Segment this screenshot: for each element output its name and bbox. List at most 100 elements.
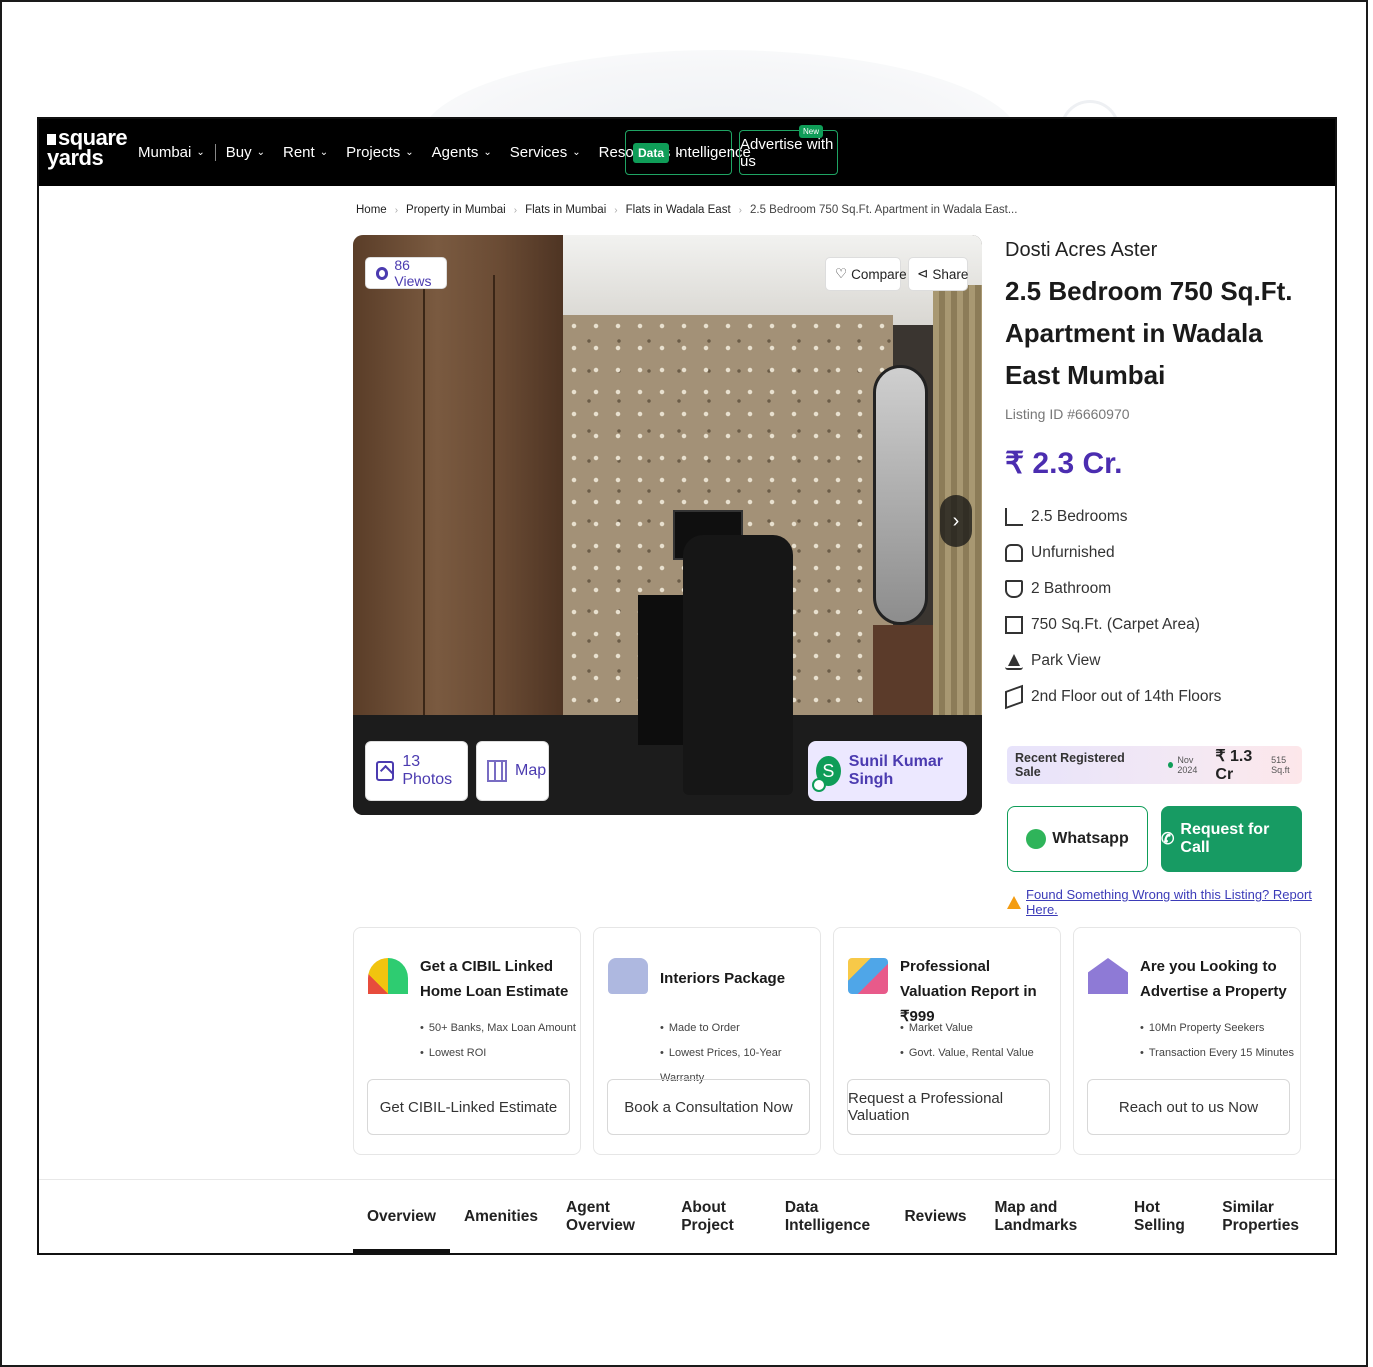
tab-similar-properties[interactable]: Similar Properties [1222,1181,1321,1253]
feature-text: Unfurnished [1031,544,1115,561]
logo-text-bottom: yards [47,145,104,170]
photo-side-table [873,625,933,715]
advertise-label: Advertise with us [740,135,834,170]
recent-sale-label: Recent Registered Sale [1015,751,1125,779]
recent-sale-date: Nov 2024 [1177,755,1198,775]
breadcrumb-flats-city[interactable]: Flats in Mumbai [525,204,606,216]
get-cibil-estimate-button[interactable]: Get CIBIL-Linked Estimate [367,1079,570,1135]
gauge-icon [368,958,408,994]
agent-initial: S [822,760,835,781]
project-name[interactable]: Dosti Acres Aster [1005,239,1305,262]
card-title: Interiors Package [660,970,786,987]
nav-item-label: Mumbai [138,144,192,161]
tab-overview[interactable]: Overview [353,1181,450,1253]
nav-item-rent[interactable]: Rent ⌄ [283,144,328,161]
chevron-down-icon: ⌄ [256,147,265,158]
browser-screen: square yards Mumbai ⌄ Buy ⌄ Rent ⌄ Projects… [37,117,1337,1255]
warning-icon [1007,895,1021,909]
heart-icon: ♡ [835,266,848,281]
request-call-button[interactable]: ✆ Request for Call [1161,806,1302,872]
nav-item-buy[interactable]: Buy ⌄ [226,144,265,161]
tab-data-intelligence[interactable]: Data Intelligence [785,1181,877,1253]
tab-reviews[interactable]: Reviews [904,1181,966,1253]
breadcrumb-flats-locality[interactable]: Flats in Wadala East [626,204,731,216]
photos-button[interactable]: 13 Photos [365,741,468,801]
feature-furnishing: Unfurnished [1005,535,1305,571]
breadcrumb-home[interactable]: Home [356,204,387,216]
listing-title: 2.5 Bedroom 750 Sq.Ft. Apartment in Wada… [1005,276,1293,390]
chevron-right-icon: › [614,204,618,216]
area-icon [1005,616,1023,634]
feature-text: 2nd Floor out of 14th Floors [1031,688,1222,705]
listing-price: ₹ 2.3 Cr. [1005,447,1123,480]
park-icon [1005,652,1023,670]
nav-item-label: Buy [225,144,252,161]
tab-amenities[interactable]: Amenities [464,1181,538,1253]
nav-item-projects[interactable]: Projects ⌄ [346,144,414,161]
nav-item-agents[interactable]: Agents ⌄ [432,144,492,161]
recent-sale-price: ₹ 1.3 Cr [1215,748,1253,783]
nav-menu: Mumbai ⌄ Buy ⌄ Rent ⌄ Projects ⌄ Agents ⌄ Ser… [138,119,702,186]
feature-text: 2.5 Bedrooms [1031,508,1128,525]
photos-label: 13 Photos [402,753,453,788]
views-badge: 86 Views [365,257,447,289]
feature-text: Park View [1031,652,1101,669]
photo-wardrobe [353,235,563,735]
phone-icon: ✆ [1161,831,1175,848]
card-title: Get a CIBIL Linked Home Loan Estimate [420,958,569,1000]
book-consultation-button[interactable]: Book a Consultation Now [607,1079,810,1135]
feature-bedrooms: 2.5 Bedrooms [1005,499,1305,535]
chevron-right-icon: › [394,204,399,216]
whatsapp-label: Whatsapp [1052,830,1129,847]
share-icon: ⊲ [917,266,929,281]
feature-text: 750 Sq.Ft. (Carpet Area) [1031,616,1200,633]
compare-button[interactable]: ♡ Compare [825,257,907,291]
tab-hot-selling[interactable]: Hot Selling [1134,1181,1194,1253]
card-valuation: Professional Valuation Report in ₹999 Ma… [833,927,1061,1155]
chevron-down-icon: ⌄ [196,147,205,158]
photo-chair [683,535,793,795]
views-count: 86 Views [394,257,432,289]
card-bullet: 10Mn Property Seekers [1140,1016,1294,1041]
compare-label: Compare [851,266,907,282]
advertise-button[interactable]: New Advertise with us [739,125,838,175]
tab-agent-overview[interactable]: Agent Overview [566,1181,653,1253]
whatsapp-button[interactable]: Whatsapp [1007,806,1148,872]
next-photo-button[interactable]: › [940,495,972,547]
photo-mirror [873,365,928,625]
request-valuation-button[interactable]: Request a Professional Valuation [847,1079,1050,1135]
nav-item-services[interactable]: Services ⌄ [510,144,581,161]
chevron-down-icon: ⌄ [405,147,414,158]
report-listing: Found Something Wrong with this Listing?… [1007,887,1335,917]
report-listing-link[interactable]: Found Something Wrong with this Listing?… [1026,887,1335,917]
nav-item-label: Agents [431,144,479,161]
data-intelligence-button[interactable]: Data Intelligence [625,130,751,175]
agent-contact-pill[interactable]: S Sunil Kumar Singh [808,741,967,801]
section-tabs: Overview Amenities Agent Overview About … [353,1181,1335,1253]
sofa-icon [1005,544,1023,562]
card-interiors: Interiors Package Made to OrderLowest Pr… [593,927,821,1155]
site-logo[interactable]: square yards [47,127,128,170]
wardrobe-door-line [493,275,495,725]
map-button[interactable]: Map [476,741,549,801]
chevron-down-icon: ⌄ [572,147,581,158]
card-bullet: Lowest ROI [420,1041,576,1066]
breadcrumb-current: 2.5 Bedroom 750 Sq.Ft. Apartment in Wada… [750,204,1018,216]
report-icon [848,958,888,994]
feature-bathrooms: 2 Bathroom [1005,571,1305,607]
wardrobe-door-line [423,275,425,725]
property-photo-gallery[interactable]: 86 Views ♡ Compare ⊲ Share › 13 Photos Map… [353,235,982,815]
tab-map-landmarks[interactable]: Map and Landmarks [995,1181,1107,1253]
chevron-down-icon: ⌄ [483,147,492,158]
card-bullet: Transaction Every 15 Minutes [1140,1041,1294,1066]
data-tag: Data [633,142,670,163]
reach-out-button[interactable]: Reach out to us Now [1087,1079,1290,1135]
nav-item-city[interactable]: Mumbai ⌄ [138,144,216,161]
share-button[interactable]: ⊲ Share [908,257,968,291]
card-bullet: Made to Order [660,1016,820,1041]
recent-registered-sale[interactable]: Recent Registered Sale Nov 2024 ₹ 1.3 Cr… [1007,746,1302,784]
breadcrumb-property-city[interactable]: Property in Mumbai [406,204,506,216]
card-bullets: Market ValueGovt. Value, Rental Value [900,1016,1034,1066]
chevron-right-icon: › [738,204,742,216]
tab-about-project[interactable]: About Project [681,1181,757,1253]
